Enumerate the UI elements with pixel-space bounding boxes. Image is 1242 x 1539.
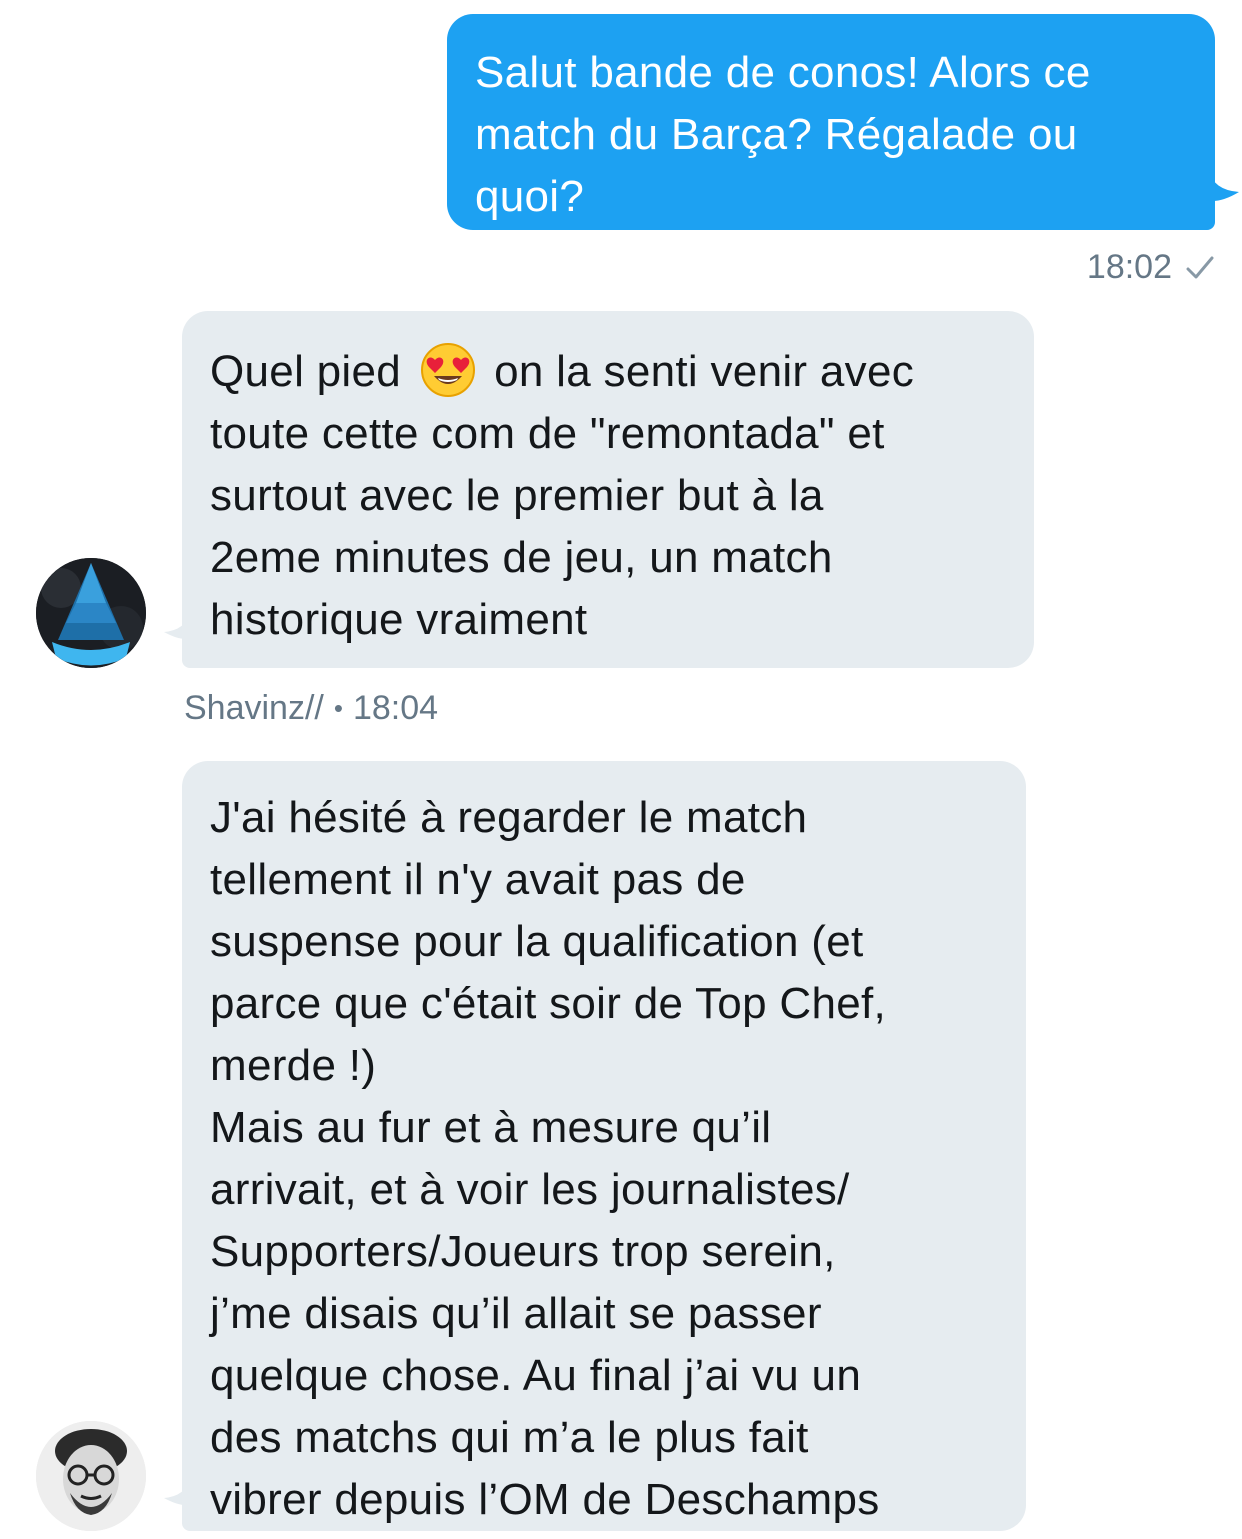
meta-separator: • xyxy=(333,693,343,723)
heart-eyes-emoji xyxy=(420,343,475,397)
message-text: Quel pied xyxy=(210,347,414,396)
message-time: 18:02 xyxy=(1086,248,1172,286)
incoming-message-meta: Shavinz// • 18:04 xyxy=(184,689,438,728)
incoming-message-bubble[interactable]: Quel pied on la senti venir avec toute c… xyxy=(182,311,1034,668)
sender-name[interactable]: Shavinz// xyxy=(184,689,324,728)
outgoing-bubble-tail xyxy=(1205,170,1239,201)
sender-avatar[interactable] xyxy=(36,558,146,668)
sender-avatar[interactable] xyxy=(36,1421,146,1531)
outgoing-message-meta: 18:02 xyxy=(1087,248,1214,287)
checkmark-icon xyxy=(1186,256,1214,278)
avatar-image xyxy=(36,1421,146,1531)
message-time: 18:04 xyxy=(352,689,439,727)
incoming-message-bubble[interactable]: J'ai hésité à regarder le match tellemen… xyxy=(182,761,1026,1531)
avatar-image xyxy=(36,558,146,668)
outgoing-message-bubble[interactable]: Salut bande de conos! Alors ce match du … xyxy=(447,14,1215,230)
